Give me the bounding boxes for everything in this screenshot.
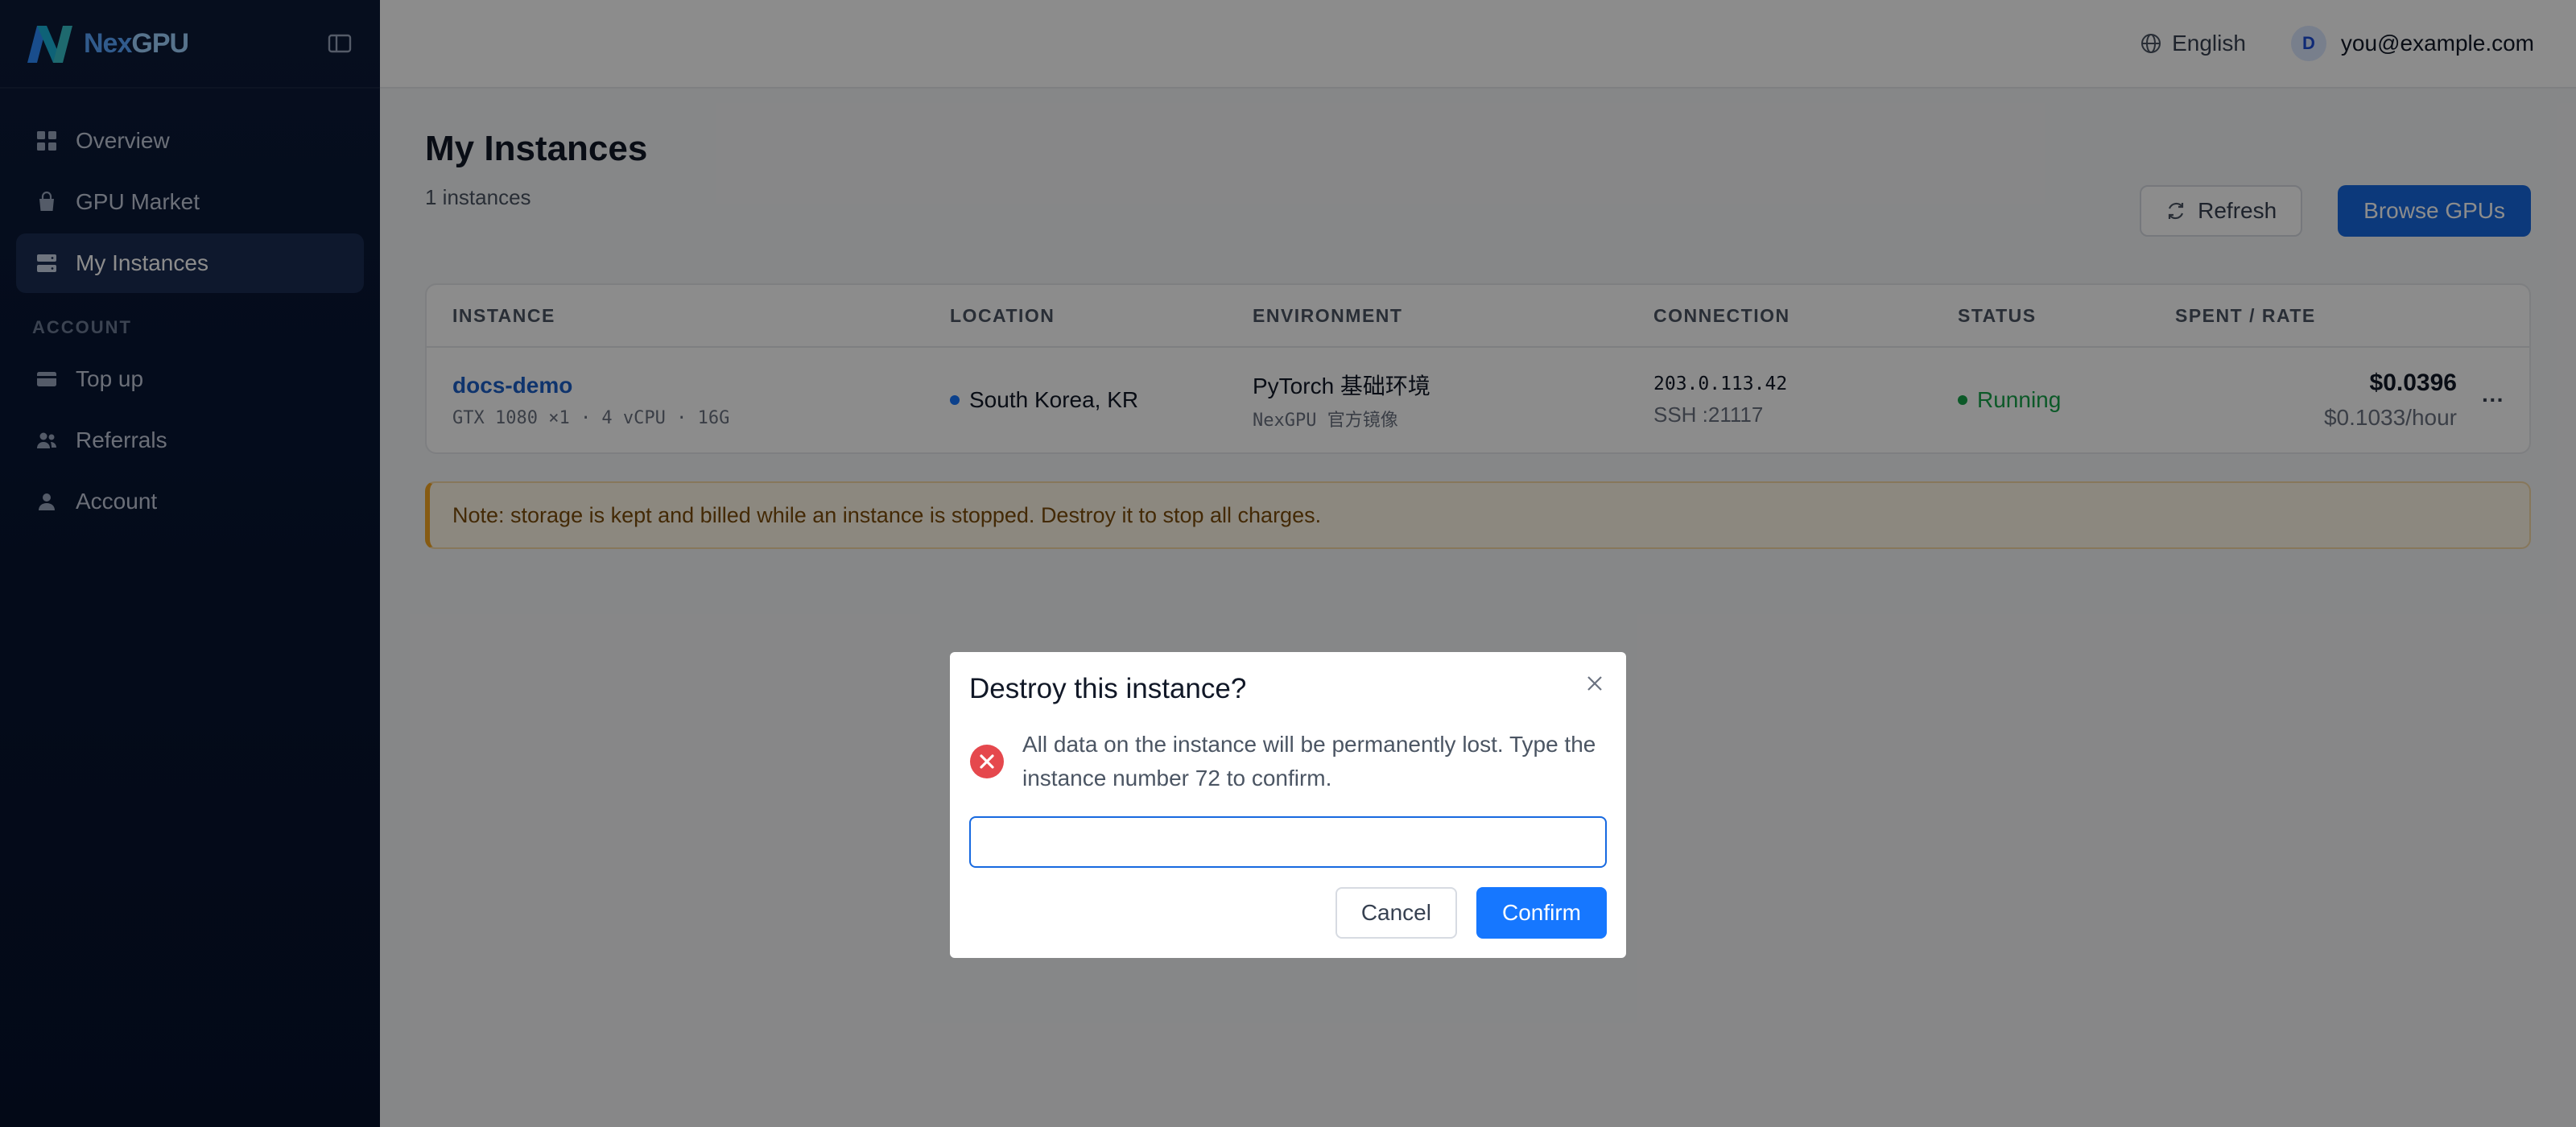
dialog-title: Destroy this instance? [969, 673, 1247, 704]
dialog-message: All data on the instance will be permane… [1022, 732, 1596, 791]
modal-overlay[interactable] [0, 0, 2576, 1127]
destroy-instance-dialog: Destroy this instance? All data on the i… [950, 652, 1626, 958]
dialog-body: All data on the instance will be permane… [969, 728, 1607, 795]
cancel-button[interactable]: Cancel [1335, 887, 1457, 939]
dialog-actions: Cancel Confirm [969, 887, 1607, 939]
error-icon [970, 745, 1004, 778]
close-icon[interactable] [1584, 673, 1605, 694]
confirm-instance-number-input[interactable] [969, 816, 1607, 868]
confirm-button[interactable]: Confirm [1476, 887, 1607, 939]
